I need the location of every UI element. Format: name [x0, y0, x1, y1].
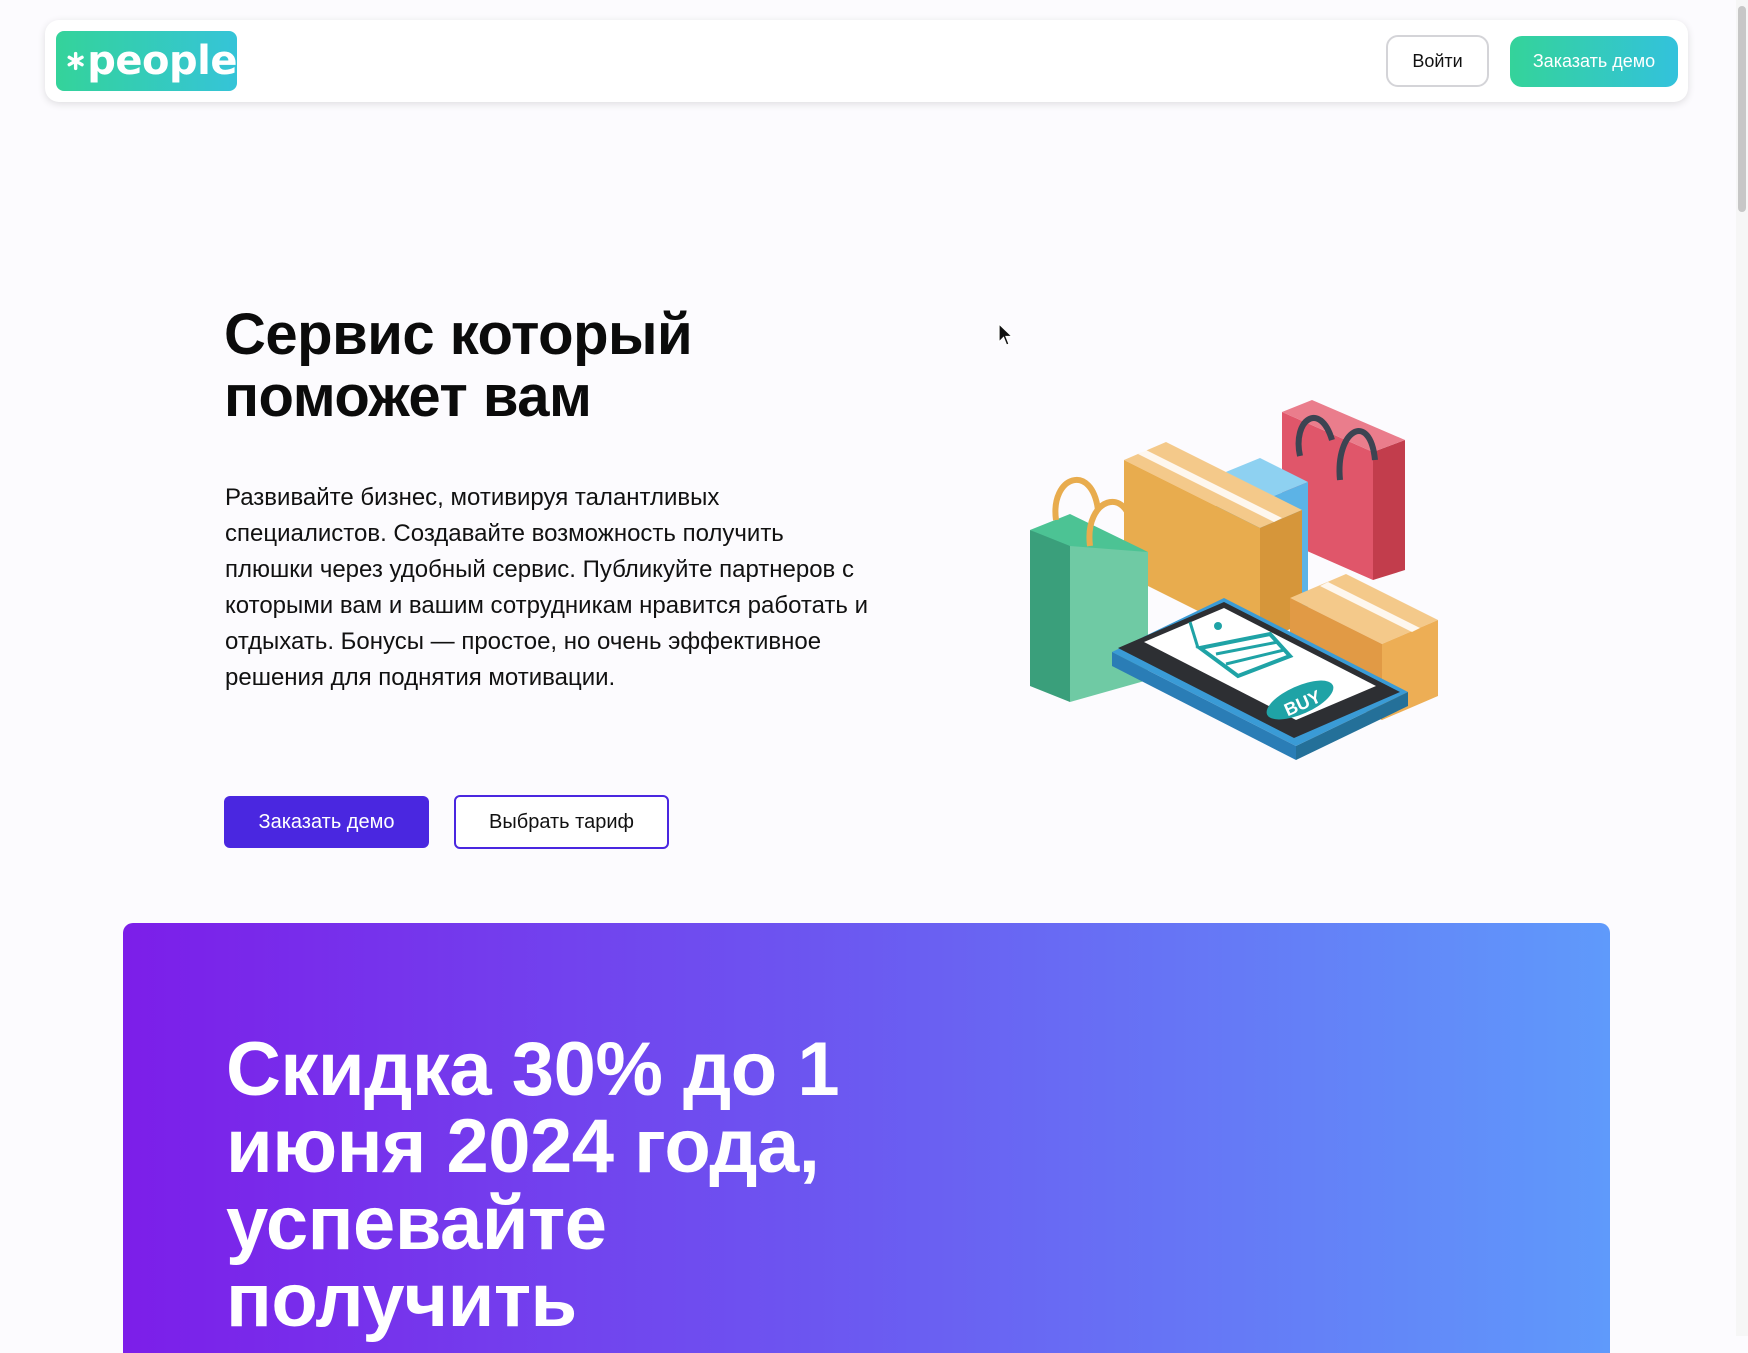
- logo-text: people: [87, 38, 237, 84]
- asterisk-icon: [67, 51, 84, 71]
- logo[interactable]: people: [56, 31, 237, 91]
- scrollbar-thumb[interactable]: [1738, 6, 1746, 212]
- login-button[interactable]: Войти: [1386, 35, 1489, 87]
- mouse-cursor-icon: [998, 323, 1014, 346]
- choose-tariff-button[interactable]: Выбрать тариф: [454, 795, 669, 849]
- promo-title: Скидка 30% до 1 июня 2024 года, успевайт…: [226, 1027, 840, 1343]
- order-demo-button[interactable]: Заказать демо: [224, 796, 429, 848]
- page-scrollbar[interactable]: [1736, 0, 1748, 1336]
- promo-decoration: [1163, 1323, 1303, 1353]
- shopping-illustration: BUY: [1030, 400, 1438, 760]
- site-header: people Войти Заказать демо: [45, 20, 1688, 102]
- hero-description: Развивайте бизнес, мотивируя талантливых…: [225, 484, 868, 691]
- order-demo-header-button[interactable]: Заказать демо: [1510, 36, 1678, 87]
- hero-title: Сервис который поможет вам: [224, 302, 693, 429]
- promo-banner: Скидка 30% до 1 июня 2024 года, успевайт…: [123, 923, 1610, 1353]
